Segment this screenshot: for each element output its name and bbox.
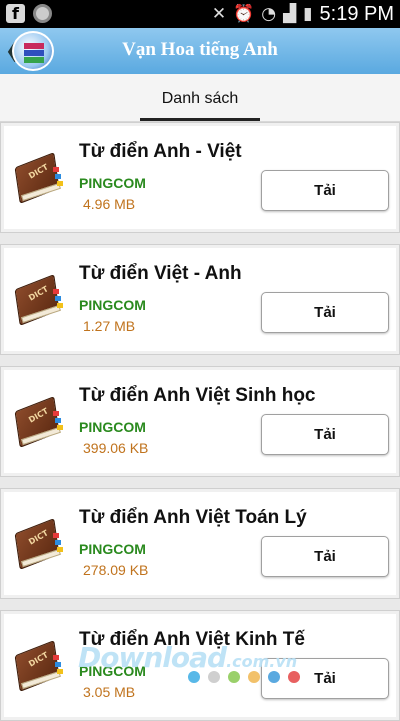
dictionary-name: Từ điển Anh - Việt [79, 141, 242, 162]
download-button[interactable]: Tải [261, 292, 389, 333]
facebook-icon: f [6, 4, 25, 23]
watermark: Download.com.vn [78, 641, 298, 674]
wifi-icon: ◔ [261, 4, 277, 24]
list-item[interactable]: DICT Từ điển Anh Việt Sinh học PINGCOM 399.… [0, 366, 400, 477]
watermark-dots [188, 671, 300, 683]
file-size: 4.96 MB [83, 196, 136, 212]
publisher-label: PINGCOM [79, 175, 146, 191]
watermark-dot [208, 671, 220, 683]
dictionary-book-icon: DICT [14, 396, 63, 448]
file-size: 1.27 MB [83, 318, 136, 334]
mute-icon: ✕ [211, 4, 227, 24]
tab-bar: Danh sách [0, 74, 400, 122]
list-item[interactable]: DICT Từ điển Anh Việt Toán Lý PINGCOM 278.0… [0, 488, 400, 599]
publisher-label: PINGCOM [79, 541, 146, 557]
app-bar: ❮ Vạn Hoa tiếng Anh [0, 28, 400, 74]
publisher-label: PINGCOM [79, 419, 146, 435]
tab-danh-sach[interactable]: Danh sách [140, 74, 260, 122]
watermark-dot [288, 671, 300, 683]
watermark-dot [188, 671, 200, 683]
dictionary-book-icon: DICT [14, 640, 63, 692]
list-item[interactable]: DICT Từ điển Anh - Việt PINGCOM 4.96 MB Tải [0, 122, 400, 233]
status-time: 5:19 PM [319, 3, 394, 25]
file-size: 399.06 KB [83, 440, 149, 456]
dictionary-book-icon: DICT [14, 152, 63, 204]
download-button[interactable]: Tải [261, 536, 389, 577]
file-size: 3.05 MB [83, 684, 136, 700]
watermark-dot [248, 671, 260, 683]
alarm-icon: ⏰ [233, 4, 255, 24]
watermark-dot [228, 671, 240, 683]
dictionary-book-icon: DICT [14, 274, 63, 326]
app-title: Vạn Hoa tiếng Anh [122, 39, 278, 60]
circle-icon [33, 4, 52, 23]
file-size: 278.09 KB [83, 562, 149, 578]
list-item[interactable]: DICT Từ điển Việt - Anh PINGCOM 1.27 MB Tải [0, 244, 400, 355]
download-button[interactable]: Tải [261, 170, 389, 211]
dictionary-name: Từ điển Anh Việt Toán Lý [79, 507, 307, 528]
dictionary-name: Từ điển Việt - Anh [79, 263, 242, 284]
dictionary-name: Từ điển Anh Việt Sinh học [79, 385, 316, 406]
dictionary-book-icon: DICT [14, 518, 63, 570]
watermark-dot [268, 671, 280, 683]
signal-icon: ▟ [283, 4, 297, 24]
battery-icon: ▮ [303, 4, 313, 24]
publisher-label: PINGCOM [79, 297, 146, 313]
download-button[interactable]: Tải [261, 414, 389, 455]
status-bar: f ✕ ⏰ ◔ ▟ ▮ 5:19 PM [0, 0, 400, 28]
